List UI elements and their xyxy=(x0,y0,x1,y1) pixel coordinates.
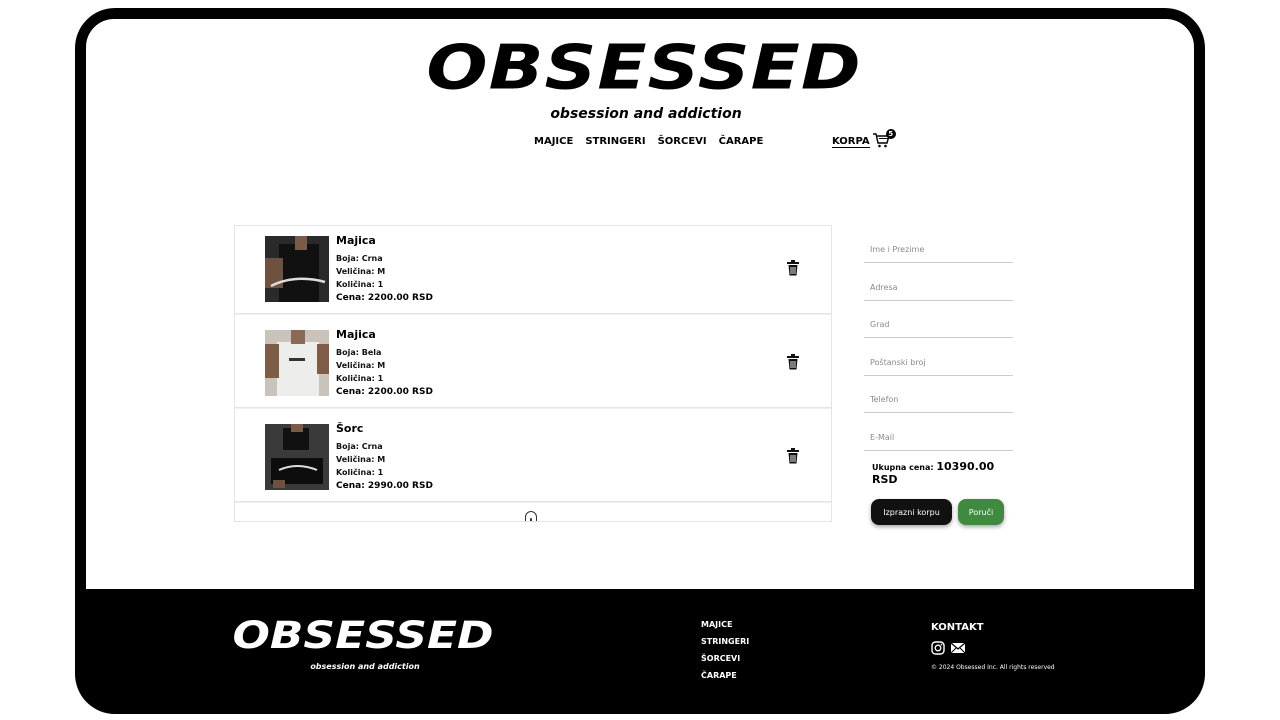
product-image-black-tshirt xyxy=(265,236,329,302)
address-field[interactable] xyxy=(864,274,1013,301)
trash-icon[interactable] xyxy=(786,448,800,464)
nav-item-carape[interactable]: ČARAPE xyxy=(719,136,764,147)
device-frame: OBSESSED obsession and addiction MAJICE … xyxy=(75,8,1205,714)
cart-icon: 5 xyxy=(872,129,896,154)
item-name: Majica xyxy=(336,328,376,341)
nav-item-stringeri[interactable]: STRINGERI xyxy=(585,136,645,147)
footer-link-majice[interactable]: MAJICE xyxy=(701,616,749,633)
item-details: Majica Boja: Crna Veličina: M Količina: … xyxy=(336,234,433,305)
full-name-field[interactable] xyxy=(864,237,1013,263)
email-field[interactable] xyxy=(864,424,1013,451)
item-price: Cena: 2200.00 RSD xyxy=(336,293,433,303)
footer-link-stringeri[interactable]: STRINGERI xyxy=(701,633,749,650)
product-image-white-tshirt xyxy=(265,330,329,396)
item-color: Boja: Bela xyxy=(336,348,382,357)
order-total: Ukupna cena: 10390.00 RSD xyxy=(864,460,1014,486)
order-button[interactable]: Poruči xyxy=(958,499,1004,525)
footer-contact: KONTAKT © 2024 Obsessed Inc. All rights … xyxy=(931,622,1055,671)
footer-links: MAJICE STRINGERI ŠORCEVI ČARAPE xyxy=(701,616,749,684)
total-label: Ukupna cena: xyxy=(872,463,934,472)
item-quantity: Količina: 1 xyxy=(336,468,384,477)
item-color: Boja: Crna xyxy=(336,254,383,263)
cart-item: Majica Boja: Bela Veličina: M Količina: … xyxy=(235,320,831,408)
cart-label: KORPA xyxy=(832,136,870,148)
social-icons xyxy=(931,640,1055,659)
product-image-black-shorts xyxy=(265,424,329,490)
form-actions: Izprazni korpu Poruči xyxy=(864,499,1014,525)
checkout-form: Ukupna cena: 10390.00 RSD Izprazni korpu… xyxy=(864,237,1014,525)
item-color: Boja: Crna xyxy=(336,442,383,451)
city-field[interactable] xyxy=(864,312,1013,338)
item-price: Cena: 2990.00 RSD xyxy=(336,481,433,491)
cart-item: Šorc Boja: Crna Veličina: M Količina: 1 … xyxy=(235,414,831,502)
page-viewport: OBSESSED obsession and addiction MAJICE … xyxy=(86,19,1194,589)
postal-code-field[interactable] xyxy=(864,349,1013,376)
clear-cart-button[interactable]: Izprazni korpu xyxy=(871,499,952,525)
item-size: Veličina: M xyxy=(336,455,386,464)
mail-icon[interactable] xyxy=(950,640,966,659)
cart-count-badge: 5 xyxy=(885,129,896,139)
contact-title: KONTAKT xyxy=(931,622,984,633)
site-logo[interactable]: OBSESSED xyxy=(399,33,889,101)
item-name: Majica xyxy=(336,234,376,247)
copyright-text: © 2024 Obsessed Inc. All rights reserved xyxy=(931,664,1055,671)
item-quantity: Količina: 1 xyxy=(336,374,384,383)
footer-logo[interactable]: OBSESSED xyxy=(213,615,513,658)
site-tagline: obsession and addiction xyxy=(550,106,742,122)
item-name: Šorc xyxy=(336,422,364,435)
item-price: Cena: 2200.00 RSD xyxy=(336,387,433,397)
trash-icon[interactable] xyxy=(786,260,800,276)
footer-tagline: obsession and addiction xyxy=(310,662,420,671)
cart-items-list[interactable]: Majica Boja: Crna Veličina: M Količina: … xyxy=(234,225,832,522)
item-details: Majica Boja: Bela Veličina: M Količina: … xyxy=(336,328,433,399)
nav-item-sorcevi[interactable]: ŠORCEVI xyxy=(658,136,707,147)
footer-link-sorcevi[interactable]: ŠORCEVI xyxy=(701,650,749,667)
nav-item-majice[interactable]: MAJICE xyxy=(534,136,573,147)
cart-link[interactable]: KORPA 5 xyxy=(832,129,896,154)
item-size: Veličina: M xyxy=(336,267,386,276)
footer-link-carape[interactable]: ČARAPE xyxy=(701,667,749,684)
main-nav: MAJICE STRINGERI ŠORCEVI ČARAPE xyxy=(534,136,763,147)
item-details: Šorc Boja: Crna Veličina: M Količina: 1 … xyxy=(336,422,433,493)
item-size: Veličina: M xyxy=(336,361,386,370)
trash-icon[interactable] xyxy=(786,354,800,370)
phone-field[interactable] xyxy=(864,387,1013,413)
site-footer: OBSESSED obsession and addiction MAJICE … xyxy=(75,589,1205,714)
instagram-icon[interactable] xyxy=(931,640,945,659)
cart-item: Majica Boja: Crna Veličina: M Količina: … xyxy=(235,226,831,314)
scroll-handle-icon[interactable] xyxy=(525,511,537,521)
item-quantity: Količina: 1 xyxy=(336,280,384,289)
